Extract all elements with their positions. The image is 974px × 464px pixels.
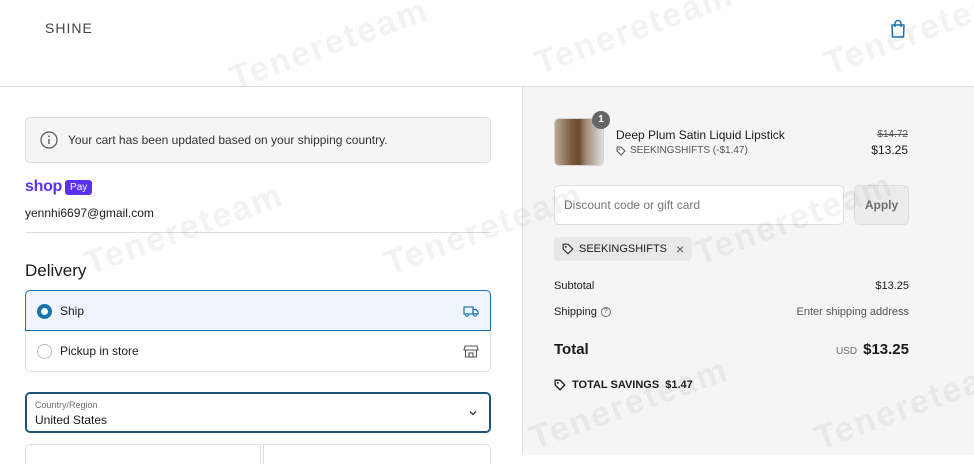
delivery-option-ship[interactable]: Ship xyxy=(25,290,491,331)
tag-icon xyxy=(554,379,566,391)
pickup-label: Pickup in store xyxy=(60,344,139,358)
country-caption: Country/Region xyxy=(35,400,98,410)
applied-discount-chip: SEEKINGSHIFTS × xyxy=(554,237,693,261)
delivery-option-pickup[interactable]: Pickup in store xyxy=(25,331,491,372)
notice-text: Your cart has been updated based on your… xyxy=(68,133,388,147)
total-amount: USD $13.25 xyxy=(836,341,909,358)
store-icon xyxy=(463,345,479,358)
product-name: Deep Plum Satin Liquid Lipstick xyxy=(616,128,785,142)
pickup-radio[interactable] xyxy=(37,344,52,359)
total-currency: USD xyxy=(835,346,858,357)
tag-icon xyxy=(616,146,626,156)
total-value: $13.25 xyxy=(863,341,909,358)
shop-pay-badge: Pay xyxy=(65,179,93,195)
savings-value: $1.47 xyxy=(665,379,693,391)
shopping-bag-icon[interactable] xyxy=(889,19,907,39)
country-region-select[interactable]: Country/Region United States xyxy=(25,392,491,433)
help-icon[interactable]: ? xyxy=(600,307,611,318)
cart-updated-notice: Your cart has been updated based on your… xyxy=(25,117,491,163)
shipping-row: Shipping? Enter shipping address xyxy=(554,306,909,318)
apply-button[interactable]: Apply xyxy=(854,185,909,225)
quantity-badge: 1 xyxy=(592,111,610,129)
delivery-heading: Delivery xyxy=(25,261,87,280)
product-discount-text: SEEKINGSHIFTS (-$1.47) xyxy=(630,145,748,156)
site-header: SHINE xyxy=(0,0,974,87)
ship-label: Ship xyxy=(60,304,85,318)
tag-icon xyxy=(562,243,574,255)
subtotal-label: Subtotal xyxy=(554,280,595,292)
total-savings: TOTAL SAVINGS $1.47 xyxy=(554,379,693,391)
name-fields-row xyxy=(25,444,491,464)
shipping-value: Enter shipping address xyxy=(796,306,909,318)
total-row: Total USD $13.25 xyxy=(554,341,909,358)
shop-pay-logo[interactable]: shop Pay xyxy=(25,178,93,196)
product-discount-tag: SEEKINGSHIFTS (-$1.47) xyxy=(616,145,748,156)
shop-pay-word: shop xyxy=(25,178,63,195)
account-email: yennhi6697@gmail.com xyxy=(25,206,154,220)
chevron-down-icon xyxy=(469,411,477,416)
country-value: United States xyxy=(35,413,108,427)
subtotal-row: Subtotal $13.25 xyxy=(554,280,909,292)
subtotal-value: $13.25 xyxy=(875,280,909,292)
truck-icon xyxy=(463,306,479,317)
checkout-form: Your cart has been updated based on your… xyxy=(0,87,522,464)
discount-code-input[interactable] xyxy=(554,185,844,225)
remove-discount-icon[interactable]: × xyxy=(676,241,684,257)
applied-code-text: SEEKINGSHIFTS xyxy=(579,243,668,255)
last-name-field[interactable] xyxy=(263,444,491,464)
order-summary: 1 Deep Plum Satin Liquid Lipstick SEEKIN… xyxy=(522,87,974,455)
total-label: Total xyxy=(554,341,589,358)
info-icon xyxy=(40,131,58,149)
ship-radio[interactable] xyxy=(37,304,52,319)
original-price: $14.72 xyxy=(877,129,908,140)
first-name-field[interactable] xyxy=(25,444,261,464)
savings-label: TOTAL SAVINGS xyxy=(572,379,660,391)
store-logo[interactable]: SHINE xyxy=(45,20,93,36)
sale-price: $13.25 xyxy=(871,143,908,157)
section-divider xyxy=(25,232,491,233)
shipping-label: Shipping xyxy=(554,306,597,318)
